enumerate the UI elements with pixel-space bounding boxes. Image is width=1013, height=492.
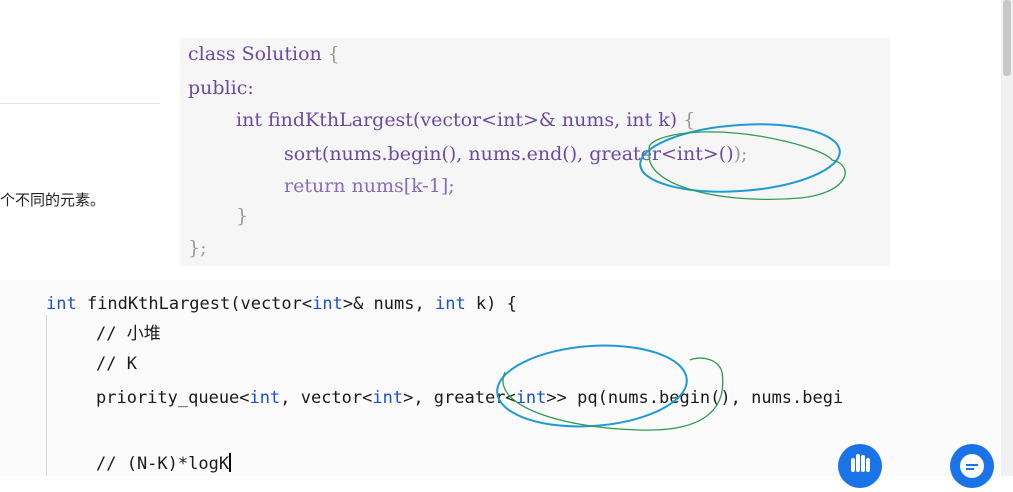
- chat-button[interactable]: [950, 444, 994, 488]
- raise-hand-icon: [851, 454, 870, 472]
- annotation-ellipse-bottom-blue: [496, 344, 688, 428]
- annotation-overlay: [496, 123, 846, 431]
- raise-hand-button[interactable]: [838, 444, 882, 488]
- annotation-ellipse-top-blue: [639, 123, 841, 193]
- annotation-loop-bottom-green: [502, 357, 724, 431]
- annotation-loop-top-green: [648, 131, 846, 201]
- chat-bubble-icon: [960, 454, 984, 478]
